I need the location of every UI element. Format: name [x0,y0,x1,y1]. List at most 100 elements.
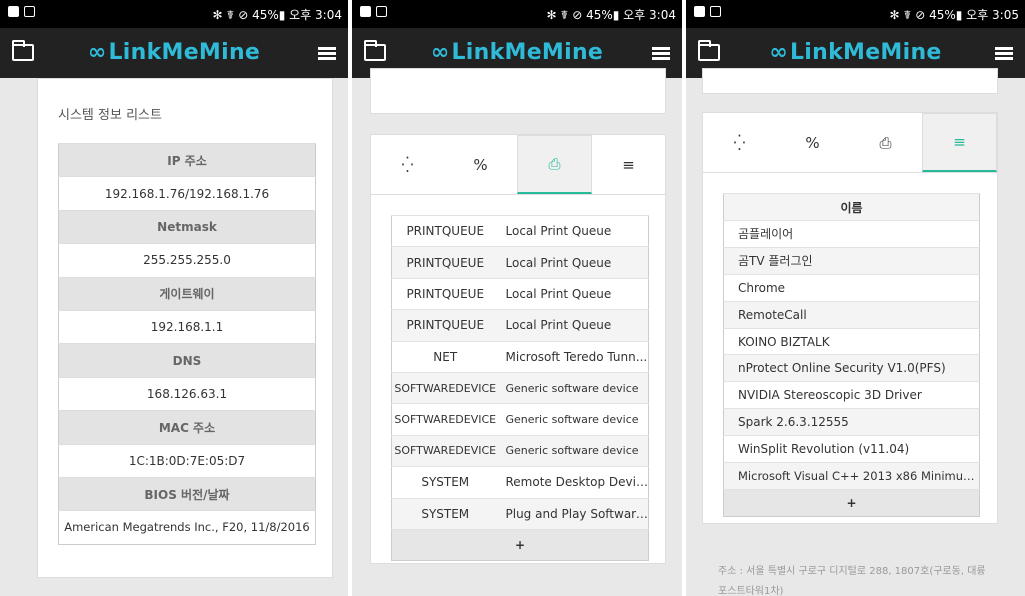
table-row: PRINTQUEUE Local Print Queue [391,309,649,342]
spinner-icon: ⁛ [401,155,414,174]
device-name: Generic software device [498,434,649,467]
program-name: KOINO BIZTALK [723,327,980,355]
info-value: 192.168.1.76/192.168.1.76 [58,176,316,211]
program-name: Microsoft Visual C++ 2013 x86 Minimum R.… [723,462,980,490]
device-type: PRINTQUEUE [391,246,499,279]
tab-devices[interactable]: ⎙ [517,135,592,194]
check-icon [376,6,387,17]
program-name: 곰TV 플러그인 [723,246,980,275]
previous-card [370,68,666,114]
tab-network[interactable]: % [776,113,849,172]
device-name: Microsoft Teredo Tunn... [498,340,649,373]
previous-card [702,68,998,94]
info-value: 255.255.255.0 [58,243,316,278]
program-name: Chrome [723,273,980,302]
device-name: Generic software device [498,371,649,404]
tab-devices[interactable]: ⎙ [849,113,922,172]
info-label: IP 주소 [58,142,316,177]
load-more-button[interactable]: + [391,528,649,561]
table-row: SYSTEM Remote Desktop Devic... [391,466,649,499]
table-row: PRINTQUEUE Local Print Queue [391,277,649,310]
tab-programs[interactable]: ≡ [592,135,665,194]
device-name: Generic software device [498,403,649,436]
spinner-icon: ⁛ [733,133,746,152]
program-name: Spark 2.6.3.12555 [723,408,980,436]
screen-device-list: ✻ ☤ ⊘ 45%▮ 오후 3:04 ∞LinkMeMine ⁛ % ⎙ ≡ P… [352,0,682,596]
table-row: NVIDIA Stereoscopic 3D Driver [723,381,980,409]
device-name: Plug and Play Software... [498,497,649,530]
status-right: ✻ ☤ ⊘ 45%▮ 오후 3:04 [212,8,342,22]
table-row: KOINO BIZTALK [723,327,980,355]
device-type: PRINTQUEUE [391,277,499,310]
menu-icon[interactable] [318,47,336,61]
status-bar: ✻ ☤ ⊘ 45%▮ 오후 3:04 [352,0,682,28]
device-type: SYSTEM [391,466,499,499]
app-logo: ∞LinkMeMine [87,40,261,65]
tab-network[interactable]: % [444,135,517,194]
table-row: PRINTQUEUE Local Print Queue [391,214,649,247]
table-row: SOFTWAREDEVICE Generic software device [391,403,649,436]
device-type: SOFTWAREDEVICE [391,371,499,404]
device-type: NET [391,340,499,373]
column-header-name: 이름 [723,193,980,221]
menu-icon[interactable] [652,47,670,61]
list-icon: ≡ [953,133,966,151]
gallery-icon [694,6,705,17]
tab-bar: ⁛ % ⎙ ≡ [703,113,997,173]
device-name: Local Print Queue [498,246,649,279]
device-type: PRINTQUEUE [391,309,499,342]
info-label: MAC 주소 [58,410,316,445]
page-title: 시스템 정보 리스트 [58,108,162,123]
check-icon [710,6,721,17]
table-row: SOFTWAREDEVICE Generic software device [391,434,649,467]
link-icon: % [805,133,820,152]
device-table: PRINTQUEUE Local Print Queue PRINTQUEUE Lo… [391,214,649,562]
program-name: nProtect Online Security V1.0(PFS) [723,354,980,382]
program-name: RemoteCall [723,300,980,329]
program-card: ⁛ % ⎙ ≡ 이름 곰플레이어 곰TV 플러그인 Chrome RemoteC… [702,112,998,524]
system-info-card: 시스템 정보 리스트 IP 주소 192.168.1.76/192.168.1.… [37,78,333,578]
check-icon [24,6,35,17]
app-logo: ∞LinkMeMine [430,40,604,65]
footer-address: 주소 : 서울 특별시 구로구 디지털로 288, 1807호(구로동, 대륭포… [718,566,986,596]
table-row: SOFTWAREDEVICE Generic software device [391,371,649,404]
info-label: DNS [58,343,316,378]
tab-process[interactable]: ⁛ [703,113,776,172]
tab-programs[interactable]: ≡ [922,113,997,172]
print-icon: ⎙ [548,155,561,173]
table-row: 곰TV 플러그인 [723,246,980,275]
info-label: Netmask [58,209,316,244]
device-type: PRINTQUEUE [391,214,499,247]
link-icon: % [473,155,488,174]
device-card: ⁛ % ⎙ ≡ PRINTQUEUE Local Print Queue PRIN… [370,134,666,564]
menu-icon[interactable] [995,47,1013,61]
info-value: American Megatrends Inc., F20, 11/8/2016 [58,510,316,545]
program-table: 이름 곰플레이어 곰TV 플러그인 Chrome RemoteCall KOIN… [723,193,980,517]
device-name: Local Print Queue [498,214,649,247]
table-row: WinSplit Revolution (v11.04) [723,435,980,463]
tab-bar: ⁛ % ⎙ ≡ [371,135,665,195]
program-name: WinSplit Revolution (v11.04) [723,435,980,463]
device-name: Remote Desktop Devic... [498,466,649,499]
device-type: SYSTEM [391,497,499,530]
device-name: Local Print Queue [498,309,649,342]
table-row: RemoteCall [723,300,980,329]
screen-system-info: ✻ ☤ ⊘ 45%▮ 오후 3:04 ∞LinkMeMine 시스템 정보 리스… [0,0,348,596]
print-icon: ⎙ [879,133,892,152]
tab-process[interactable]: ⁛ [371,135,444,194]
device-name: Local Print Queue [498,277,649,310]
table-row: Chrome [723,273,980,302]
status-right: ✻ ☤ ⊘ 45%▮ 오후 3:05 [889,8,1019,22]
table-row: 곰플레이어 [723,220,980,248]
load-more-button[interactable]: + [723,488,980,517]
info-value: 1C:1B:0D:7E:05:D7 [58,443,316,478]
gallery-icon [8,6,19,17]
status-right: ✻ ☤ ⊘ 45%▮ 오후 3:04 [546,8,676,22]
status-bar: ✻ ☤ ⊘ 45%▮ 오후 3:04 [0,0,348,28]
info-value: 168.126.63.1 [58,376,316,411]
device-type: SOFTWAREDEVICE [391,403,499,436]
app-logo: ∞LinkMeMine [769,40,942,65]
system-info-table: IP 주소 192.168.1.76/192.168.1.76 Netmask … [58,142,316,545]
table-row: nProtect Online Security V1.0(PFS) [723,354,980,382]
status-bar: ✻ ☤ ⊘ 45%▮ 오후 3:05 [686,0,1025,28]
